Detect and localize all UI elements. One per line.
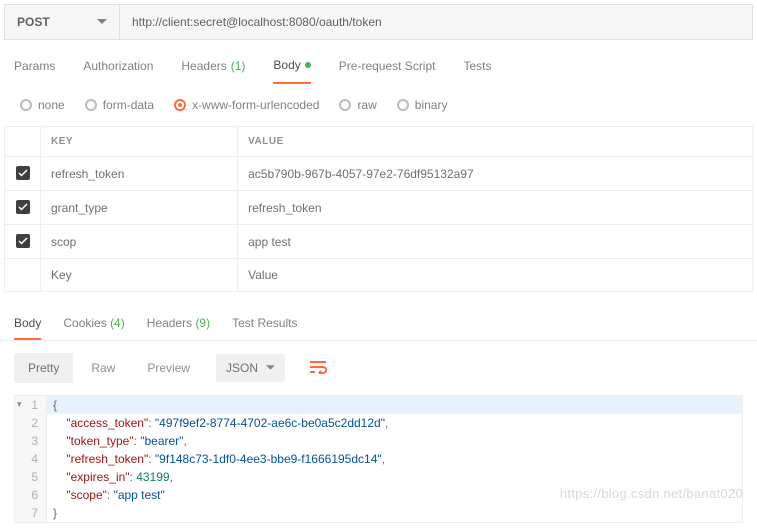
key-header: KEY [41, 127, 238, 157]
value-cell[interactable]: app test [238, 225, 753, 259]
cookies-count: (4) [110, 316, 125, 330]
fold-icon[interactable]: ▾ [17, 398, 22, 412]
tab-headers-label: Headers [181, 59, 226, 73]
tab-authorization[interactable]: Authorization [83, 58, 153, 84]
response-headers-count: (9) [195, 316, 210, 330]
wrap-lines-button[interactable] [301, 354, 335, 383]
value-cell[interactable]: ac5b790b-967b-4057-97e2-76df95132a97 [238, 157, 753, 191]
tab-tests[interactable]: Tests [463, 58, 491, 84]
radio-raw[interactable]: raw [339, 98, 376, 112]
http-method-label: POST [17, 15, 50, 29]
table-row-empty: Key Value [5, 259, 753, 292]
radio-none[interactable]: none [20, 98, 65, 112]
radio-form-data[interactable]: form-data [85, 98, 154, 112]
radio-binary[interactable]: binary [397, 98, 448, 112]
url-input[interactable]: http://client:secret@localhost:8080/oaut… [120, 5, 752, 39]
table-row: refresh_token ac5b790b-967b-4057-97e2-76… [5, 157, 753, 191]
row-checkbox[interactable] [16, 166, 30, 180]
tab-cookies[interactable]: Cookies (4) [63, 316, 124, 340]
chevron-down-icon [97, 19, 107, 25]
tab-params[interactable]: Params [14, 58, 55, 84]
response-tabs: Body Cookies (4) Headers (9) Test Result… [0, 300, 757, 340]
body-type-radios: none form-data x-www-form-urlencoded raw… [0, 84, 757, 126]
tab-headers[interactable]: Headers (1) [181, 58, 245, 84]
key-input[interactable]: Key [41, 259, 238, 292]
dot-icon [305, 62, 311, 68]
row-checkbox[interactable] [16, 200, 30, 214]
pretty-button[interactable]: Pretty [14, 353, 73, 383]
value-cell[interactable]: refresh_token [238, 191, 753, 225]
response-body: ▾1{ 2 "access_token": "497f9ef2-8774-470… [14, 395, 743, 523]
key-cell[interactable]: refresh_token [41, 157, 238, 191]
checkbox-header [5, 127, 41, 157]
value-input[interactable]: Value [238, 259, 753, 292]
chevron-down-icon [266, 365, 275, 371]
tab-response-headers[interactable]: Headers (9) [147, 316, 210, 340]
value-header: VALUE [238, 127, 753, 157]
request-bar: POST http://client:secret@localhost:8080… [4, 4, 753, 40]
http-method-select[interactable]: POST [5, 5, 120, 39]
tab-response-body[interactable]: Body [14, 316, 41, 340]
tab-body[interactable]: Body [273, 58, 310, 84]
radio-urlencoded[interactable]: x-www-form-urlencoded [174, 98, 319, 112]
table-row: scop app test [5, 225, 753, 259]
request-tabs: Params Authorization Headers (1) Body Pr… [0, 40, 757, 84]
raw-button[interactable]: Raw [77, 353, 129, 383]
row-checkbox[interactable] [16, 234, 30, 248]
response-toolbar: Pretty Raw Preview JSON [0, 340, 757, 395]
table-row: grant_type refresh_token [5, 191, 753, 225]
wrap-icon [309, 360, 327, 374]
format-select[interactable]: JSON [216, 354, 285, 382]
preview-button[interactable]: Preview [133, 353, 204, 383]
key-cell[interactable]: scop [41, 225, 238, 259]
watermark: https://blog.csdn.net/banat020 [560, 486, 743, 501]
tab-prerequest[interactable]: Pre-request Script [339, 58, 436, 84]
key-cell[interactable]: grant_type [41, 191, 238, 225]
tab-body-label: Body [273, 58, 300, 72]
kv-table: KEY VALUE refresh_token ac5b790b-967b-40… [4, 126, 753, 292]
tab-test-results[interactable]: Test Results [232, 316, 297, 340]
headers-count: (1) [231, 59, 246, 73]
